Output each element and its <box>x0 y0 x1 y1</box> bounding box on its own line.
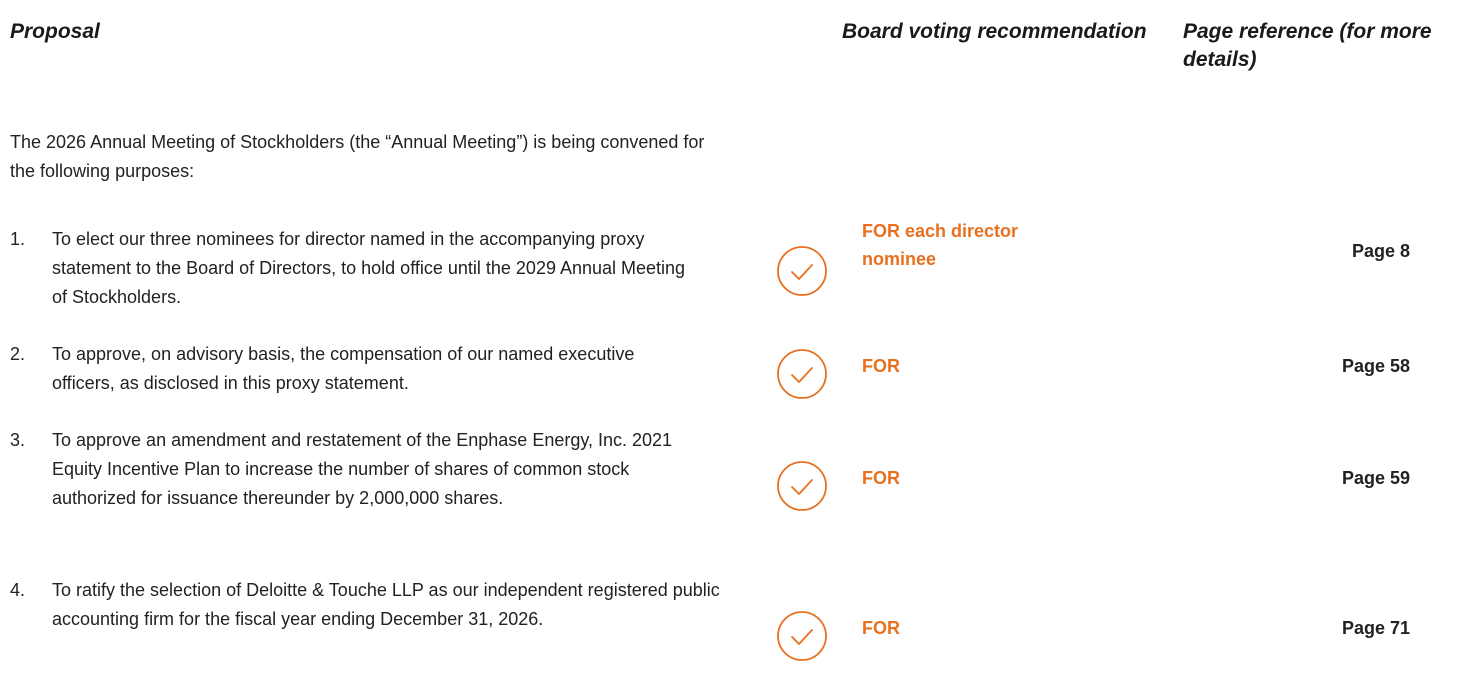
intro-text: The 2026 Annual Meeting of Stockholders … <box>10 132 705 181</box>
item-number: 4. <box>10 580 26 600</box>
recommendation: FOR <box>862 618 900 638</box>
check-circle-icon <box>776 460 828 512</box>
check-circle-icon <box>776 245 828 297</box>
item-number: 3. <box>10 430 26 450</box>
recommendation: FOR each director nominee <box>862 221 1019 269</box>
header-board-recommendation: Board voting recommendation <box>842 20 1147 43</box>
header-page-reference: Page reference (for more details) <box>1183 20 1432 71</box>
item-number: 1. <box>10 229 26 249</box>
item-description: To ratify the selection of Deloitte & To… <box>52 580 720 629</box>
page-reference: Page 8 <box>1351 241 1410 261</box>
check-circle-icon <box>776 348 828 400</box>
check-circle-icon <box>776 610 828 662</box>
page-reference: Page 59 <box>1341 468 1410 488</box>
page-reference: Page 71 <box>1341 618 1410 638</box>
item-description: To approve an amendment and restatement … <box>52 430 673 508</box>
header-proposal: Proposal <box>10 20 100 43</box>
page-reference: Page 58 <box>1341 356 1410 376</box>
recommendation: FOR <box>862 356 900 376</box>
item-description: To approve, on advisory basis, the compe… <box>52 344 635 393</box>
item-number: 2. <box>10 344 26 364</box>
item-description: To elect our three nominees for director… <box>52 229 686 307</box>
recommendation: FOR <box>862 468 900 488</box>
